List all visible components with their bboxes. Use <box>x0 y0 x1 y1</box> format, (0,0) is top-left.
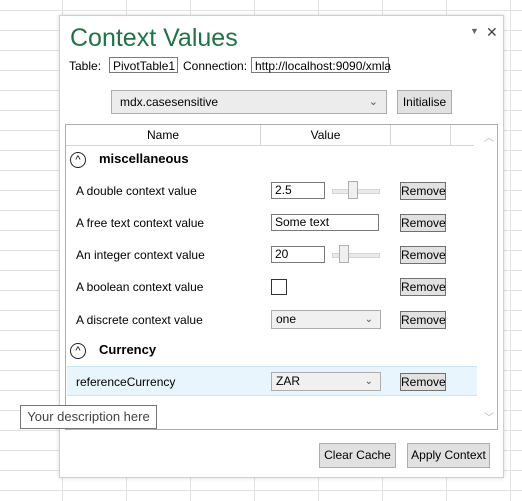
chevron-up-circle-icon[interactable]: ^ <box>70 152 86 168</box>
remove-button[interactable]: Remove <box>400 311 446 329</box>
table-value: PivotTable1 <box>109 57 178 73</box>
row-name: A discrete context value <box>76 313 203 327</box>
grid-scrollbar[interactable]: ︿ ﹀ <box>480 125 497 429</box>
row-name: A free text context value <box>76 216 205 230</box>
initialise-button[interactable]: Initialise <box>397 90 452 114</box>
pane-menu-icon[interactable]: ▼ <box>470 26 479 36</box>
row-name: referenceCurrency <box>76 375 176 389</box>
connection-value: http://localhost:9090/xmla <box>251 57 391 73</box>
column-header-action <box>391 125 451 145</box>
context-selector-value: mdx.casesensitive <box>120 95 219 109</box>
row-name: A double context value <box>76 184 197 198</box>
group-label: Currency <box>99 342 157 357</box>
column-header-name[interactable]: Name <box>66 125 261 145</box>
remove-button[interactable]: Remove <box>400 278 446 296</box>
grid-header: Name Value <box>66 125 474 146</box>
chevron-down-icon: ⌄ <box>364 314 373 325</box>
table-label: Table: <box>69 59 102 73</box>
remove-button[interactable]: Remove <box>400 373 446 391</box>
context-grid: Name Value ^ miscellaneous A double cont… <box>65 124 498 430</box>
context-selector[interactable]: mdx.casesensitive ⌄ <box>111 90 387 114</box>
chevron-down-icon: ⌄ <box>364 376 373 387</box>
scroll-up-icon[interactable]: ︿ <box>484 129 494 144</box>
close-icon[interactable]: ✕ <box>486 24 498 41</box>
pane-title: Context Values <box>70 24 238 52</box>
integer-value-input[interactable]: 20 <box>271 246 325 263</box>
chevron-down-icon: ⌄ <box>368 96 378 108</box>
clear-cache-button[interactable]: Clear Cache <box>319 443 396 468</box>
slider-thumb[interactable] <box>348 181 358 199</box>
row-name: An integer context value <box>76 248 205 262</box>
remove-button[interactable]: Remove <box>400 246 446 264</box>
slider-thumb[interactable] <box>339 245 349 263</box>
column-header-value[interactable]: Value <box>261 125 391 145</box>
select-value: ZAR <box>276 374 300 388</box>
select-value: one <box>276 312 297 326</box>
connection-label: Connection: <box>183 59 248 73</box>
reference-currency-select[interactable]: ZAR ⌄ <box>271 372 381 391</box>
double-value-slider[interactable] <box>332 180 380 200</box>
free-text-input[interactable]: Some text <box>271 214 379 231</box>
scroll-down-icon[interactable]: ﹀ <box>484 409 494 424</box>
remove-button[interactable]: Remove <box>400 214 446 232</box>
integer-value-slider[interactable] <box>332 244 380 264</box>
discrete-value-select[interactable]: one ⌄ <box>271 310 381 329</box>
apply-context-button[interactable]: Apply Context <box>407 443 490 468</box>
group-label: miscellaneous <box>99 151 189 166</box>
boolean-checkbox[interactable] <box>271 279 287 295</box>
row-name: A boolean context value <box>76 280 204 294</box>
description-tooltip: Your description here <box>20 405 157 429</box>
double-value-input[interactable]: 2.5 <box>271 182 325 199</box>
remove-button[interactable]: Remove <box>400 182 446 200</box>
chevron-up-circle-icon[interactable]: ^ <box>70 343 86 359</box>
